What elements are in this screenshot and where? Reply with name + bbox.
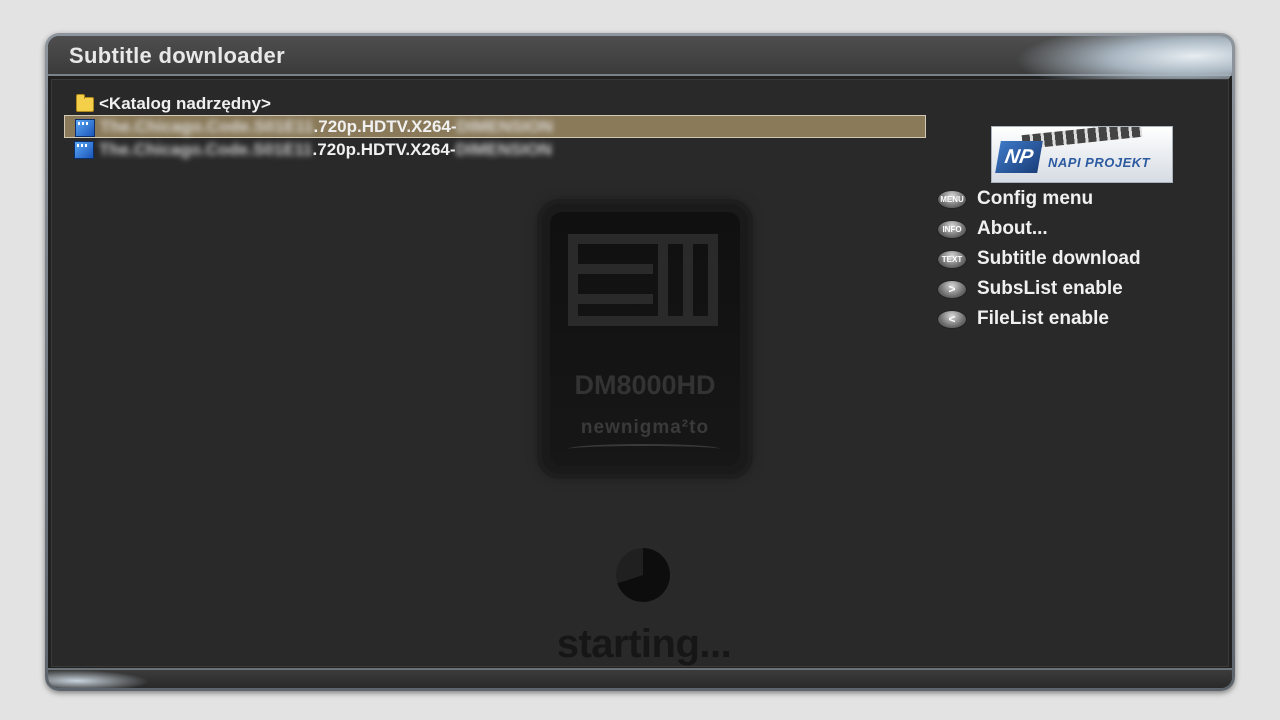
watermark-wave	[568, 444, 720, 454]
file-list[interactable]: <Katalog nadrzędny> The.Chicago.Code.S01…	[64, 92, 926, 161]
window-body: Subtitle downloader DM8000HD newnigma²to…	[48, 36, 1232, 688]
menu-item-label: Config menu	[977, 188, 1094, 209]
menu-item-label: Subtitle download	[977, 248, 1141, 269]
menu-item-subslist-enable[interactable]: > SubsList enable	[937, 274, 1232, 304]
video-file-icon	[75, 119, 95, 137]
watermark-brand: newnigma²to	[580, 417, 710, 438]
footer-decoration	[48, 670, 154, 688]
content-area: DM8000HD newnigma²to starting... <Katalo…	[51, 79, 1229, 667]
menu-item-filelist-enable[interactable]: < FileList enable	[937, 304, 1232, 334]
menu-item-label: SubsList enable	[977, 278, 1123, 299]
file-name-blurred-prefix: The.Chicago.Code.S01E11	[100, 117, 314, 136]
napiprojekt-logo: NP NAPI PROJEKT	[991, 126, 1173, 183]
menu-item-label: About...	[977, 218, 1048, 239]
file-name-blurred-prefix: The.Chicago.Code.S01E11	[99, 140, 313, 159]
list-item-file-selected[interactable]: The.Chicago.Code.S01E11.720p.HDTV.X264-D…	[64, 115, 926, 138]
window-title: Subtitle downloader	[69, 43, 285, 68]
file-name-visible: .720p.HDTV.X264-	[313, 117, 457, 136]
menu-button-icon: MENU	[937, 190, 967, 209]
loading-spinner-icon	[616, 548, 670, 602]
logo-name: NAPI PROJEKT	[1048, 155, 1151, 170]
logo-badge: NP	[995, 141, 1043, 173]
next-button-icon: >	[937, 280, 967, 299]
menu-item-config[interactable]: MENU Config menu	[937, 184, 1232, 214]
file-name-blurred-suffix: DIMENSION	[455, 140, 552, 159]
list-item-file[interactable]: The.Chicago.Code.S01E11.720p.HDTV.X264-D…	[64, 138, 926, 161]
title-bar: Subtitle downloader	[48, 36, 1232, 96]
watermark-model: DM8000HD	[574, 370, 716, 400]
subtitle-downloader-window: Subtitle downloader DM8000HD newnigma²to…	[45, 33, 1235, 691]
footer-bar	[48, 668, 1232, 688]
menu-item-label: FileList enable	[977, 308, 1109, 329]
boot-watermark: DM8000HD newnigma²to	[542, 204, 748, 474]
parent-folder-label: <Katalog nadrzędny>	[99, 94, 271, 113]
menu-item-about[interactable]: INFO About...	[937, 214, 1232, 244]
video-file-icon	[74, 141, 94, 159]
folder-icon	[76, 94, 94, 112]
prev-button-icon: <	[937, 310, 967, 329]
key-help-menu: MENU Config menu INFO About... TEXT Subt…	[937, 184, 1232, 334]
file-name-blurred-suffix: DIMENSION	[456, 117, 553, 136]
menu-item-subtitle-download[interactable]: TEXT Subtitle download	[937, 244, 1232, 274]
dreambox-logo-icon	[568, 234, 718, 326]
list-item-parent-folder[interactable]: <Katalog nadrzędny>	[64, 92, 926, 115]
info-button-icon: INFO	[937, 220, 967, 239]
text-button-icon: TEXT	[937, 250, 967, 269]
file-name-visible: .720p.HDTV.X264-	[312, 140, 456, 159]
status-text: starting...	[556, 622, 732, 666]
